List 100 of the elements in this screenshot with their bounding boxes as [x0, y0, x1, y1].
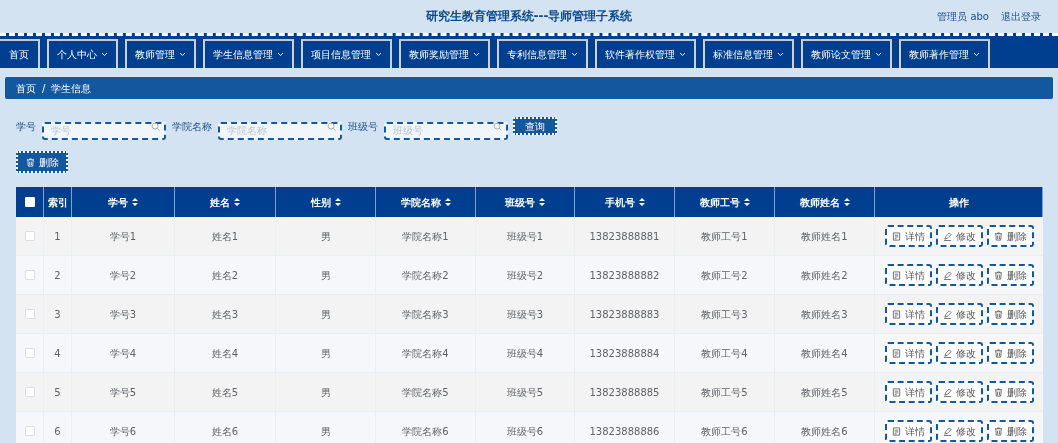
table-cell-text: 教师工号5 — [701, 385, 748, 400]
delete-row-button[interactable]: 删除 — [986, 342, 1034, 364]
nav-menu-item[interactable]: 首页 — [0, 39, 40, 68]
details-button[interactable]: 详情 — [884, 303, 932, 325]
edit-button[interactable]: 修改 — [935, 342, 983, 364]
system-title: 研究生教育管理系统---导师管理子系统 — [425, 8, 633, 25]
checkbox[interactable] — [24, 387, 35, 397]
table-cell-text: 班级号6 — [506, 424, 544, 439]
details-button[interactable]: 详情 — [884, 225, 932, 247]
nav-menu-item[interactable]: 教师论文管理 — [801, 39, 892, 68]
table-cell-text: 学院名称1 — [402, 229, 449, 244]
table-cell-text: 教师姓名2 — [801, 268, 848, 283]
table-cell-text: 教师工号2 — [701, 268, 748, 283]
delete-row-button[interactable]: 删除 — [986, 381, 1034, 403]
table-cell-text: 教师工号3 — [701, 307, 748, 322]
table-cell-text: 2 — [54, 268, 61, 283]
nav-menu-item[interactable]: 专利信息管理 — [497, 39, 588, 68]
nav-menu-item[interactable]: 教师奖励管理 — [399, 39, 490, 68]
table-cell-text: 学院名称2 — [402, 268, 449, 283]
edit-button[interactable]: 修改 — [935, 303, 983, 325]
edit-button[interactable]: 修改 — [935, 264, 983, 286]
sort-icon[interactable] — [843, 198, 850, 206]
nav-menu-item[interactable]: 标准信息管理 — [703, 39, 794, 68]
nav-menu-item[interactable]: 项目信息管理 — [301, 39, 392, 68]
trash-icon — [993, 426, 1003, 436]
trash-icon — [993, 387, 1003, 397]
table-cell-text: 男 — [320, 385, 331, 400]
checkbox[interactable] — [24, 270, 35, 280]
table-cell-text: 13823888884 — [589, 346, 660, 361]
table-cell-text: 姓名6 — [211, 424, 239, 439]
checkbox[interactable] — [24, 231, 35, 241]
table-cell-text: 教师姓名6 — [801, 424, 848, 439]
table-cell-text: 3 — [54, 307, 61, 322]
table-cell-text: 教师工号4 — [701, 346, 748, 361]
table-cell-text: 男 — [320, 346, 331, 361]
sort-icon[interactable] — [638, 198, 645, 206]
table-cell-text: 5 — [54, 385, 61, 400]
table-cell-text: 学院名称6 — [402, 424, 449, 439]
table-cell-text: 学号5 — [109, 385, 137, 400]
search-icon — [493, 122, 502, 131]
details-button[interactable]: 详情 — [884, 420, 932, 442]
search-button[interactable]: 查询 — [513, 117, 557, 135]
checkbox[interactable] — [24, 309, 35, 319]
delete-row-button[interactable]: 删除 — [986, 303, 1034, 325]
sort-icon[interactable] — [234, 198, 240, 206]
search-label: 学号 — [16, 119, 36, 134]
table-cell-text: 教师工号1 — [701, 229, 748, 244]
breadcrumb-separator: / — [42, 81, 46, 96]
delete-row-button[interactable]: 删除 — [986, 264, 1034, 286]
table-cell-text: 学号4 — [109, 346, 137, 361]
delete-row-button[interactable]: 删除 — [986, 225, 1034, 247]
search-icon — [327, 122, 336, 131]
nav-menu-item[interactable]: 软件著作权管理 — [595, 39, 696, 68]
trash-icon — [25, 157, 35, 167]
table-cell-text: 13823888886 — [589, 424, 660, 439]
table-cell-text: 学号1 — [109, 229, 137, 244]
trash-icon — [993, 270, 1003, 280]
delete-row-button[interactable]: 删除 — [986, 420, 1034, 442]
table-cell-text: 学院名称5 — [402, 385, 449, 400]
checkbox[interactable] — [24, 426, 35, 436]
delete-button[interactable]: 删除 — [16, 151, 68, 173]
table-cell-text: 教师工号6 — [701, 424, 748, 439]
edit-button[interactable]: 修改 — [935, 420, 983, 442]
document-icon — [891, 231, 901, 241]
details-button[interactable]: 详情 — [884, 342, 932, 364]
edit-button[interactable]: 修改 — [935, 225, 983, 247]
sort-icon[interactable] — [539, 198, 545, 206]
nav-menu-item[interactable]: 学生信息管理 — [203, 39, 294, 68]
sort-icon[interactable] — [743, 198, 750, 206]
breadcrumb-item[interactable]: 首页 — [16, 80, 36, 96]
nav-menu-item[interactable]: 个人中心 — [47, 39, 118, 68]
document-icon — [891, 309, 901, 319]
pencil-icon — [942, 270, 952, 280]
table-cell-text: 班级号4 — [506, 346, 544, 361]
nav-menu-item[interactable]: 教师著作管理 — [899, 39, 990, 68]
table-cell-text: 13823888883 — [589, 307, 660, 322]
trash-icon — [993, 231, 1003, 241]
logout-link[interactable]: 退出登录 — [1001, 8, 1041, 24]
sort-icon[interactable] — [334, 198, 341, 206]
search-label: 班级号 — [348, 119, 378, 134]
pencil-icon — [942, 309, 952, 319]
details-button[interactable]: 详情 — [884, 264, 932, 286]
pencil-icon — [942, 231, 952, 241]
table-cell-text: 13823888885 — [589, 385, 660, 400]
table-cell-text: 姓名2 — [211, 268, 239, 283]
edit-button[interactable]: 修改 — [935, 381, 983, 403]
table-cell-text: 学号3 — [109, 307, 137, 322]
details-button[interactable]: 详情 — [884, 381, 932, 403]
table-cell-text: 男 — [320, 229, 331, 244]
nav-menu-item[interactable]: 教师管理 — [125, 39, 196, 68]
table-cell-text: 学院名称3 — [402, 307, 449, 322]
sort-icon[interactable] — [132, 198, 138, 206]
search-icon — [151, 122, 160, 131]
table-cell-text: 学院名称4 — [402, 346, 449, 361]
checkbox[interactable] — [24, 348, 35, 358]
sort-icon[interactable] — [444, 198, 451, 206]
table-cell-text: 男 — [320, 424, 331, 439]
table-cell-text: 13823888881 — [589, 229, 660, 244]
document-icon — [891, 387, 901, 397]
table-cell-text: 班级号3 — [506, 307, 544, 322]
